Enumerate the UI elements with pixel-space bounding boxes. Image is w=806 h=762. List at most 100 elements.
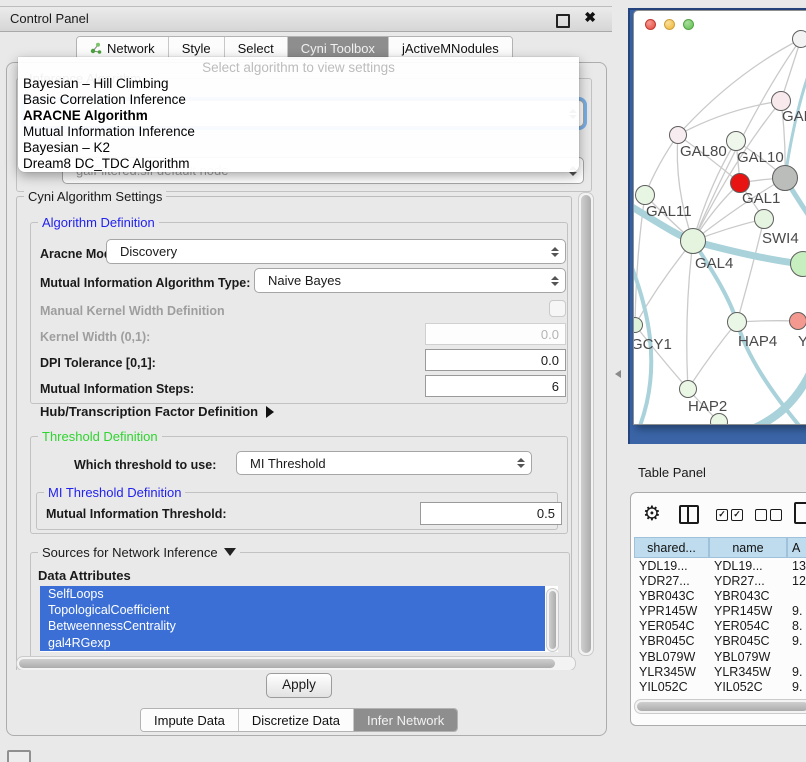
aracne-mode-combobox[interactable]: Discovery (106, 239, 566, 264)
network-node[interactable] (726, 131, 746, 151)
unchecked-checkbox-icon[interactable] (755, 509, 767, 521)
column-header-shared[interactable]: shared... (634, 537, 709, 558)
data-attribute-item[interactable]: gal4RGexp (40, 635, 545, 651)
manual-kernel-width-label: Manual Kernel Width Definition (40, 304, 225, 318)
sources-group-title[interactable]: Sources for Network Inference (38, 545, 240, 560)
column-header-clipped[interactable]: A (787, 537, 806, 558)
network-node-label: GCY1 (633, 336, 672, 353)
attributes-list-scrollbar[interactable] (546, 588, 559, 652)
settings-horizontal-scrollbar[interactable] (16, 656, 576, 670)
mi-steps-label: Mutual Information Steps: (40, 382, 194, 396)
mi-threshold-label: Mutual Information Threshold: (46, 507, 227, 521)
algorithm-dropdown-item[interactable]: Mutual Information Inference (18, 124, 579, 140)
algorithm-definition-title: Algorithm Definition (38, 215, 159, 230)
algorithm-dropdown-item[interactable]: Bayesian – Hill Climbing (18, 76, 579, 92)
network-node-label: GAL (782, 108, 806, 125)
apply-button[interactable]: Apply (266, 673, 332, 698)
mi-steps-field[interactable]: 6 (425, 375, 566, 397)
column-header-name[interactable]: name (709, 537, 787, 558)
hub-definition-toggle[interactable]: Hub/Transcription Factor Definition (40, 404, 274, 419)
network-node-label: GAL80 (680, 143, 727, 160)
table-row[interactable]: YBL079W YBL079W (634, 650, 806, 665)
network-canvas[interactable]: GALGAL80GAL10GAL1GAL11GAL4SWI4HAP4YGCY1H… (633, 10, 806, 425)
dpi-tolerance-field[interactable]: 0.0 (425, 349, 566, 371)
table-row[interactable]: YPR145W YPR145W 9. (634, 604, 806, 619)
table-row[interactable]: YBR045C YBR045C 9. (634, 634, 806, 649)
combo-stepper-icon (551, 276, 559, 286)
float-panel-icon[interactable] (556, 14, 570, 28)
cyni-settings-group-title: Cyni Algorithm Settings (24, 189, 166, 204)
network-node[interactable] (754, 209, 774, 229)
tab-network-label: Network (107, 41, 155, 56)
tab-impute-data[interactable]: Impute Data (141, 709, 239, 731)
manual-kernel-width-checkbox[interactable] (549, 300, 566, 317)
mi-algorithm-type-value: Naive Bayes (268, 273, 341, 288)
algorithm-dropdown-popup: Select algorithm to view settings Bayesi… (18, 57, 579, 172)
checked-checkbox-icon[interactable]: ✓ (716, 509, 728, 521)
mi-algorithm-type-combobox[interactable]: Naive Bayes (254, 268, 566, 293)
tab-jactivemnodules[interactable]: jActiveMNodules (389, 37, 512, 59)
table-row[interactable]: YER054C YER054C 8. (634, 619, 806, 634)
window-minimize-icon[interactable] (664, 19, 675, 30)
settings-vertical-scrollbar[interactable] (578, 192, 594, 656)
tab-infer-network[interactable]: Infer Network (354, 709, 457, 731)
table-row[interactable]: YLR345W YLR345W 9. (634, 665, 806, 680)
table-row[interactable]: YDR27... YDR27... 12 (634, 574, 806, 589)
algorithm-dropdown-list: Bayesian – Hill ClimbingBasic Correlatio… (18, 76, 579, 173)
network-node[interactable] (635, 185, 655, 205)
network-node-label: HAP4 (738, 333, 777, 350)
tab-cyni-toolbox[interactable]: Cyni Toolbox (288, 37, 389, 59)
data-attribute-item[interactable]: TopologicalCoefficient (40, 602, 545, 618)
network-node[interactable] (710, 413, 728, 425)
combo-stepper-icon (551, 247, 559, 257)
table-row[interactable]: YDL19... YDL19... 13 (634, 559, 806, 574)
algorithm-dropdown-item[interactable]: Basic Correlation Inference (18, 92, 579, 108)
table-row[interactable]: YIL052C YIL052C 9. (634, 680, 806, 691)
aracne-mode-value: Discovery (120, 244, 177, 259)
window-zoom-icon[interactable] (683, 19, 694, 30)
tab-style[interactable]: Style (169, 37, 225, 59)
mi-threshold-field[interactable]: 0.5 (420, 502, 562, 525)
dpi-tolerance-label: DPI Tolerance [0,1]: (40, 356, 156, 370)
control-panel-titlebar: Control Panel ✖ (0, 6, 612, 32)
which-threshold-combobox[interactable]: MI Threshold (236, 451, 532, 475)
columns-icon[interactable] (679, 505, 699, 524)
kernel-width-field[interactable]: 0.0 (425, 323, 566, 345)
network-node[interactable] (772, 165, 798, 191)
algorithm-dropdown-item[interactable]: Bayesian – K2 (18, 140, 579, 156)
tab-discretize-data[interactable]: Discretize Data (239, 709, 354, 731)
data-attribute-item[interactable]: BetweennessCentrality (40, 618, 545, 634)
close-panel-icon[interactable]: ✖ (584, 9, 596, 26)
network-node[interactable] (727, 312, 747, 332)
table-panel: ⚙ ✓ ✓ shared... name A YDL19... YDL19...… (630, 492, 806, 726)
network-node[interactable] (679, 380, 697, 398)
checked-checkbox-icon[interactable]: ✓ (731, 509, 743, 521)
algorithm-dropdown-item[interactable]: Dream8 DC_TDC Algorithm (18, 156, 579, 172)
data-attributes-list: SelfLoopsTopologicalCoefficientBetweenne… (40, 586, 558, 652)
minimized-panel-icon[interactable] (7, 750, 31, 762)
tab-network[interactable]: Network (77, 37, 169, 59)
network-node-label: GAL11 (646, 203, 692, 220)
network-node[interactable] (669, 126, 687, 144)
window-close-icon[interactable] (645, 19, 656, 30)
threshold-definition-title: Threshold Definition (38, 429, 162, 444)
algorithm-dropdown-placeholder: Select algorithm to view settings (18, 57, 579, 76)
table-row[interactable]: YBR043C YBR043C (634, 589, 806, 604)
gear-icon[interactable]: ⚙ (643, 501, 661, 525)
network-node-label: SWI4 (762, 230, 799, 247)
data-attribute-item[interactable]: SelfLoops (40, 586, 545, 602)
tab-select[interactable]: Select (225, 37, 288, 59)
unchecked-checkbox-icon[interactable] (770, 509, 782, 521)
mi-algorithm-type-label: Mutual Information Algorithm Type: (40, 276, 250, 290)
table-panel-title: Table Panel (638, 465, 706, 480)
document-icon[interactable] (794, 502, 806, 524)
table-rows: YDL19... YDL19... 13 YDR27... YDR27... 1… (634, 559, 806, 691)
table-horizontal-scrollbar[interactable] (634, 699, 806, 714)
network-node[interactable] (792, 30, 806, 48)
network-node[interactable] (680, 228, 706, 254)
algorithm-dropdown-item[interactable]: ARACNE Algorithm (18, 108, 579, 124)
which-threshold-value: MI Threshold (250, 456, 326, 471)
network-node[interactable] (789, 312, 806, 330)
network-node-label: GAL1 (742, 190, 780, 207)
split-divider-collapse-arrow[interactable] (615, 370, 621, 378)
